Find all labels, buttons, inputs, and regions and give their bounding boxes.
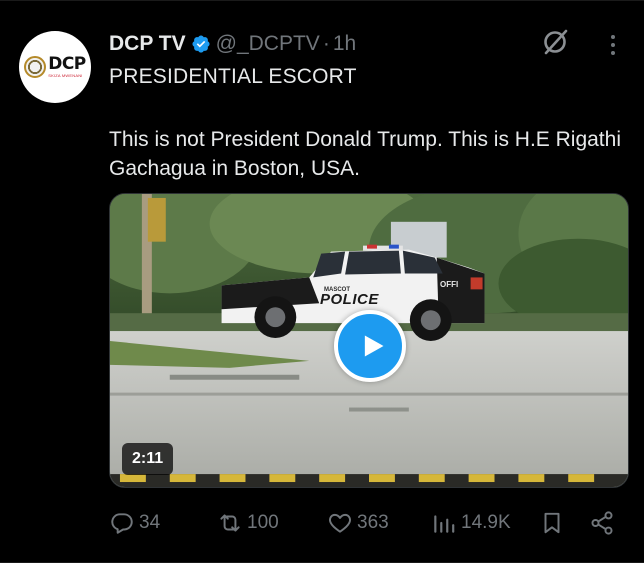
more-icon[interactable] <box>606 33 620 57</box>
bookmark-icon <box>544 512 560 534</box>
action-bar: 34 100 363 14.9K <box>109 508 619 538</box>
reply-count: 34 <box>139 512 161 533</box>
verified-badge-icon[interactable] <box>191 34 211 54</box>
view-count: 14.9K <box>461 512 511 533</box>
share-button[interactable] <box>589 508 615 538</box>
like-button[interactable]: 363 <box>327 508 389 538</box>
grok-icon[interactable] <box>540 27 570 57</box>
video-duration: 2:11 <box>122 443 174 475</box>
avatar-logo: DCP SKIZA MWENANI <box>24 56 86 78</box>
repost-button[interactable]: 100 <box>217 508 279 538</box>
share-icon <box>591 511 613 535</box>
reply-icon <box>111 513 133 534</box>
author-handle[interactable]: @_DCPTV <box>216 32 320 56</box>
play-button[interactable] <box>334 310 406 382</box>
bookmark-button[interactable] <box>539 508 565 538</box>
repost-count: 100 <box>247 512 279 533</box>
avatar[interactable]: DCP SKIZA MWENANI <box>19 31 91 103</box>
reply-button[interactable]: 34 <box>109 508 160 538</box>
avatar-logo-text: DCP <box>48 54 86 74</box>
avatar-logo-subtext: SKIZA MWENANI <box>48 73 83 78</box>
like-count: 363 <box>357 512 389 533</box>
views-button[interactable]: 14.9K <box>431 508 511 538</box>
vehicle-door-text: POLICE <box>320 291 379 308</box>
tweet-card[interactable]: DCP SKIZA MWENANI DCP TV @_DCPTV · 1h PR… <box>0 0 644 563</box>
heart-icon <box>329 513 351 533</box>
repost-icon <box>220 514 240 532</box>
emblem-icon <box>24 56 47 78</box>
views-icon <box>434 515 455 533</box>
play-icon <box>364 335 383 357</box>
vehicle-fender-text: OFFI <box>440 280 459 289</box>
author-display-name[interactable]: DCP TV <box>109 32 186 56</box>
tweet-header: DCP TV @_DCPTV · 1h <box>109 31 356 57</box>
post-time[interactable]: 1h <box>333 32 356 56</box>
post-headline: PRESIDENTIAL ESCORT <box>109 65 357 88</box>
separator-dot: · <box>322 32 330 55</box>
post-text: This is not President Donald Trump. This… <box>109 128 621 180</box>
video-player[interactable]: MASCOT POLICE OFFI 2:11 <box>109 193 629 488</box>
